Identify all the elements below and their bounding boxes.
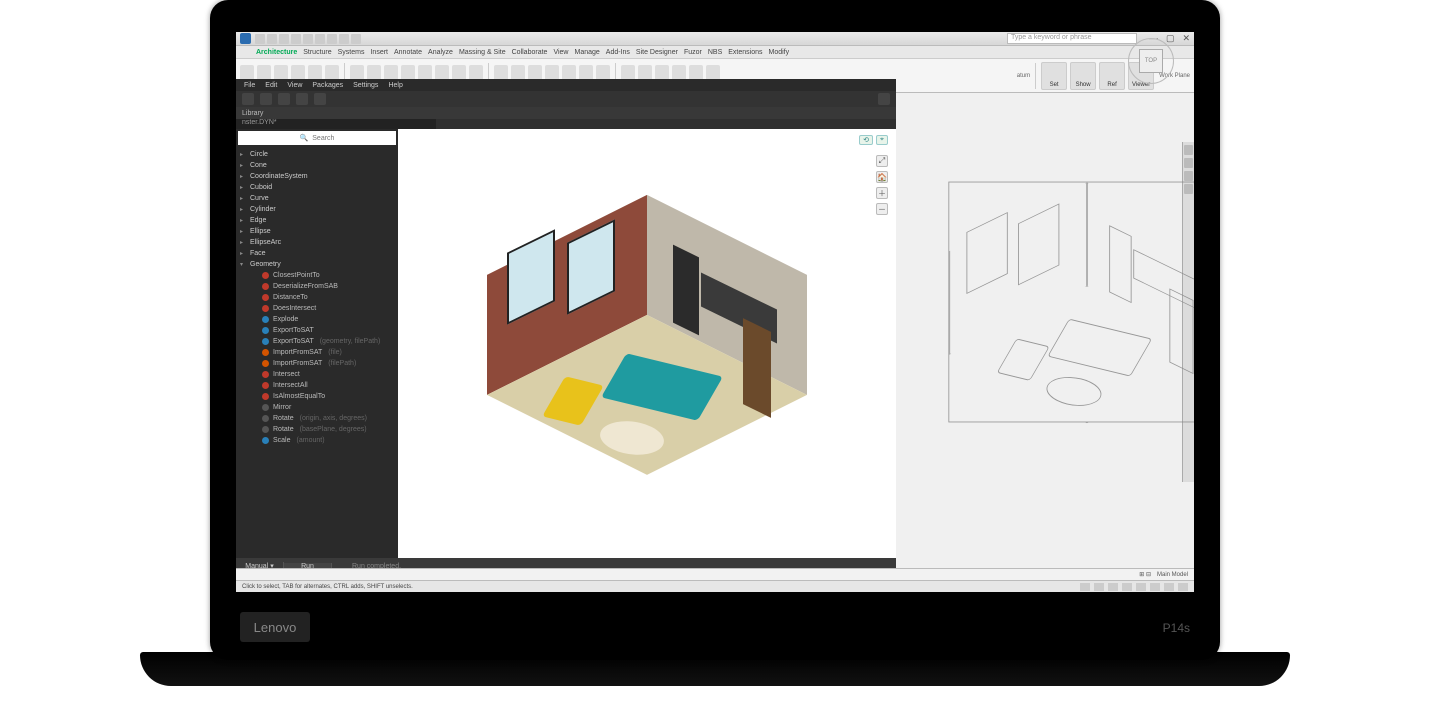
tree-node[interactable]: Intersect xyxy=(236,369,398,380)
tree-node[interactable]: DoesIntersect xyxy=(236,303,398,314)
new-icon[interactable] xyxy=(242,93,254,105)
badge-icon: ⌖ xyxy=(876,135,888,145)
ribbon-tab[interactable]: Add-Ins xyxy=(606,49,630,56)
set-workplane-button[interactable]: Set xyxy=(1041,62,1067,90)
status-hint: Click to select, TAB for alternates, CTR… xyxy=(242,584,413,590)
menu-item[interactable]: File xyxy=(244,82,255,89)
ribbon-tab[interactable]: Extensions xyxy=(728,49,762,56)
tree-category[interactable]: Curve xyxy=(236,193,398,204)
close-button[interactable]: ✕ xyxy=(1182,33,1190,44)
ribbon-tab[interactable]: Fuzor xyxy=(684,49,702,56)
tree-node[interactable]: Scale(amount) xyxy=(236,435,398,446)
ribbon-tab[interactable]: Collaborate xyxy=(512,49,548,56)
show-workplane-button[interactable]: Show xyxy=(1070,62,1096,90)
zoom-in-icon[interactable]: 🏠 xyxy=(876,171,888,183)
open-icon[interactable] xyxy=(260,93,272,105)
view-tabs-bar[interactable]: ⊞ ⊟ Main Model xyxy=(236,568,1194,580)
dynamo-window: File Edit View Packages Settings Help Library… xyxy=(236,79,896,574)
menu-item[interactable]: Help xyxy=(388,82,402,89)
undo-icon[interactable] xyxy=(296,93,308,105)
ribbon-tab[interactable]: Massing & Site xyxy=(459,49,506,56)
tree-node[interactable]: ExportToSAT xyxy=(236,325,398,336)
tree-category[interactable]: Circle xyxy=(236,149,398,160)
ribbon-label-datum: atum xyxy=(1017,73,1030,79)
ribbon-tab[interactable]: Systems xyxy=(338,49,365,56)
quick-access-toolbar[interactable] xyxy=(255,34,361,44)
ribbon-tab[interactable]: Manage xyxy=(574,49,599,56)
menu-item[interactable]: Settings xyxy=(353,82,378,89)
ribbon-tab[interactable]: Structure xyxy=(303,49,331,56)
tree-node[interactable]: ClosestPointTo xyxy=(236,270,398,281)
app-logo-icon xyxy=(240,33,251,44)
ribbon-tab[interactable]: NBS xyxy=(708,49,722,56)
view-cube[interactable]: TOP xyxy=(1128,38,1174,84)
ribbon-tabs[interactable]: Architecture Structure Systems Insert Annota… xyxy=(236,46,1194,59)
redo-icon[interactable] xyxy=(314,93,326,105)
tree-node[interactable]: ExportToSAT(geometry, filePath) xyxy=(236,336,398,347)
tree-category[interactable]: CoordinateSystem xyxy=(236,171,398,182)
library-panel: 🔍 Search CircleConeCoordinateSystemCuboi… xyxy=(236,129,398,558)
ribbon-tab[interactable]: Site Designer xyxy=(636,49,678,56)
ribbon-tab[interactable]: Insert xyxy=(370,49,388,56)
zoom-out-icon[interactable]: － xyxy=(876,203,888,215)
tree-node[interactable]: Rotate(basePlane, degrees) xyxy=(236,424,398,435)
fit-icon[interactable]: ⤢ xyxy=(876,155,888,167)
screen: Type a keyword or phrase — ▢ ✕ Architect… xyxy=(236,32,1194,592)
tree-node[interactable]: DeserializeFromSAB xyxy=(236,281,398,292)
dynamo-canvas[interactable]: ⟲ ⌖ ⤢ 🏠 ＋ － xyxy=(398,129,896,558)
tree-node[interactable]: Mirror xyxy=(236,402,398,413)
laptop-brand: Lenovo xyxy=(240,612,310,642)
save-icon[interactable] xyxy=(278,93,290,105)
tree-node[interactable]: DistanceTo xyxy=(236,292,398,303)
tree-category[interactable]: EllipseArc xyxy=(236,237,398,248)
screenshot-icon[interactable] xyxy=(878,93,890,105)
library-header: Library xyxy=(236,107,896,119)
tree-node[interactable]: ImportFromSAT(filePath) xyxy=(236,358,398,369)
ribbon-tab[interactable]: Annotate xyxy=(394,49,422,56)
graph-tab[interactable]: nster.DYN* xyxy=(236,119,436,129)
menu-item[interactable]: View xyxy=(287,82,302,89)
wireframe-viewport[interactable] xyxy=(926,162,1194,412)
tree-category[interactable]: Edge xyxy=(236,215,398,226)
tree-category[interactable]: Cylinder xyxy=(236,204,398,215)
steering-wheel-icon[interactable] xyxy=(1184,145,1193,155)
status-bar: Click to select, TAB for alternates, CTR… xyxy=(236,580,1194,592)
tree-node[interactable]: IntersectAll xyxy=(236,380,398,391)
zoom-in-icon[interactable]: ＋ xyxy=(876,187,888,199)
library-tree[interactable]: CircleConeCoordinateSystemCuboidCurveCyl… xyxy=(236,147,398,558)
dynamo-menu[interactable]: File Edit View Packages Settings Help xyxy=(236,79,896,91)
tree-category[interactable]: Cuboid xyxy=(236,182,398,193)
tree-node[interactable]: Explode xyxy=(236,314,398,325)
canvas-badges: ⟲ ⌖ xyxy=(859,135,888,145)
library-search-input[interactable]: 🔍 Search xyxy=(238,131,396,145)
tree-category[interactable]: Face xyxy=(236,248,398,259)
revit-titlebar: Type a keyword or phrase — ▢ ✕ xyxy=(236,32,1194,46)
ribbon-tab[interactable]: View xyxy=(553,49,568,56)
menu-item[interactable]: Edit xyxy=(265,82,277,89)
laptop-model: P14s xyxy=(1163,621,1190,635)
tree-node[interactable]: IsAlmostEqualTo xyxy=(236,391,398,402)
ribbon-tab[interactable]: Analyze xyxy=(428,49,453,56)
badge-icon: ⟲ xyxy=(859,135,873,145)
rendered-room-graphic xyxy=(487,195,807,475)
tree-node[interactable]: ImportFromSAT(file) xyxy=(236,347,398,358)
tree-node[interactable]: Rotate(origin, axis, degrees) xyxy=(236,413,398,424)
ribbon-tab[interactable]: Modify xyxy=(769,49,790,56)
ribbon-tab[interactable]: Architecture xyxy=(256,49,297,56)
tree-category[interactable]: Cone xyxy=(236,160,398,171)
tree-category[interactable]: Geometry xyxy=(236,259,398,270)
menu-item[interactable]: Packages xyxy=(312,82,343,89)
search-icon: 🔍 xyxy=(300,134,309,142)
dynamo-toolbar[interactable] xyxy=(236,91,896,107)
ref-plane-button[interactable]: Ref xyxy=(1099,62,1125,90)
tree-category[interactable]: Ellipse xyxy=(236,226,398,237)
help-search-input[interactable]: Type a keyword or phrase xyxy=(1007,33,1137,44)
